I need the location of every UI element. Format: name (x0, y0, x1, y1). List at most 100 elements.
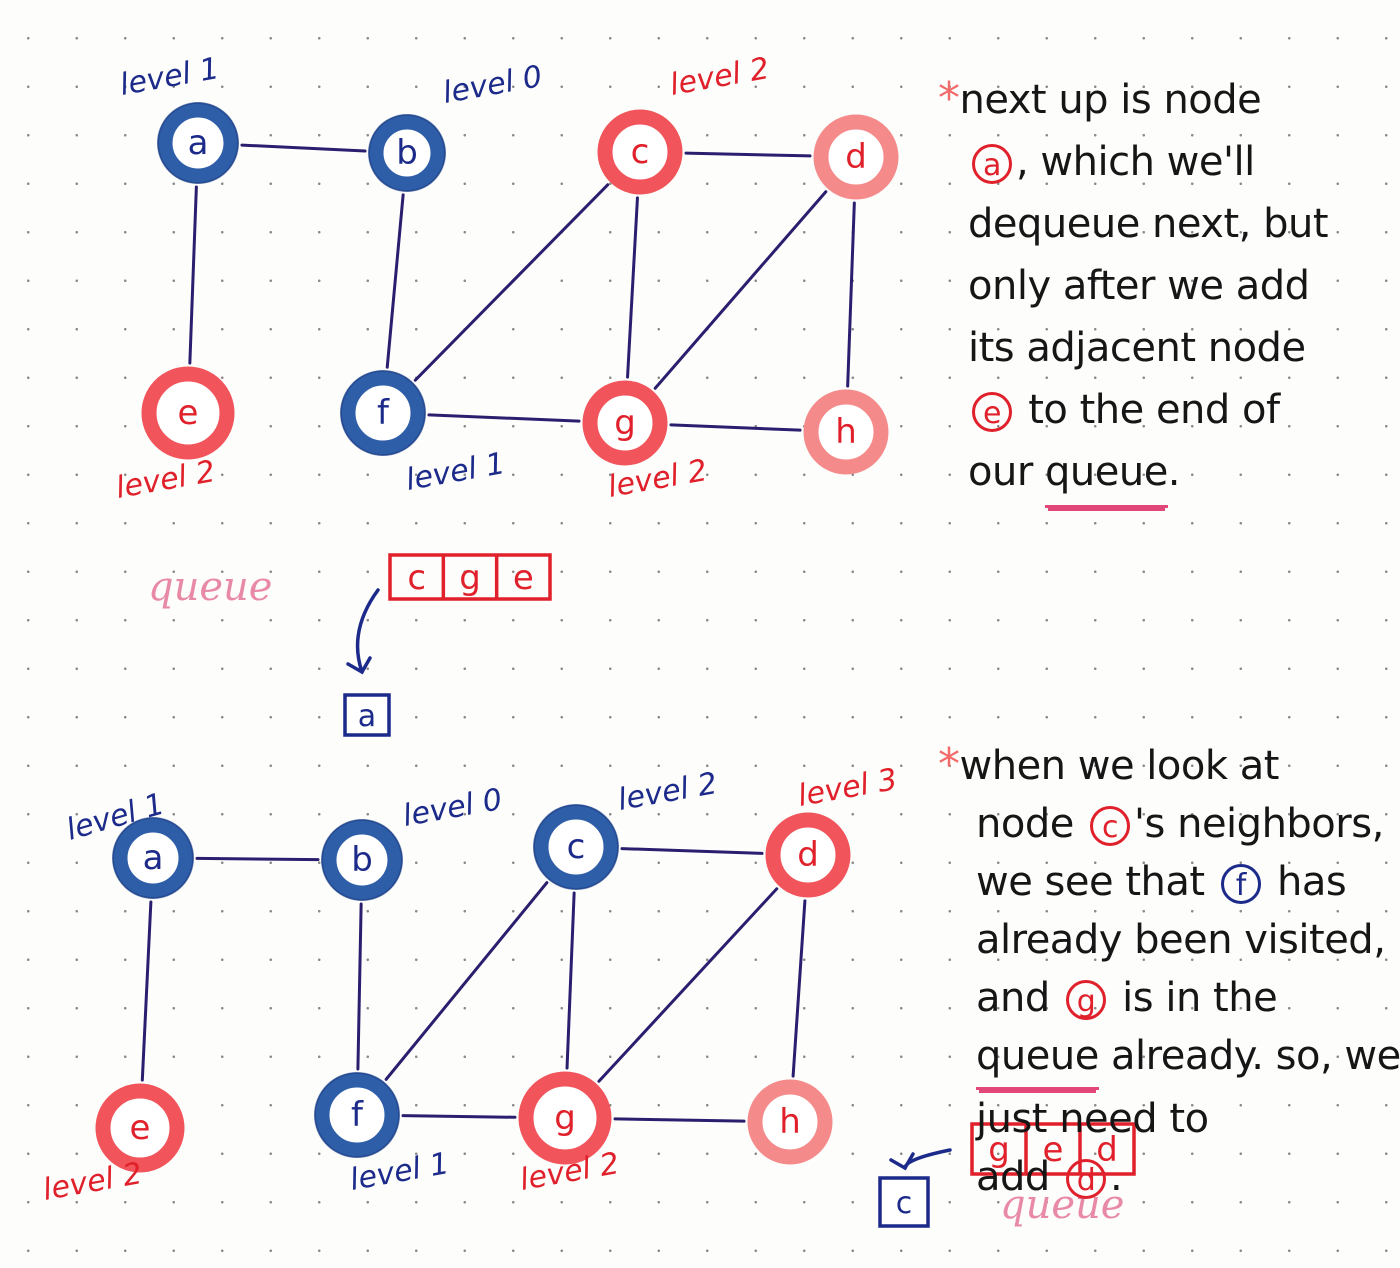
note-line: only after we add (938, 255, 1328, 317)
edge-g-h (669, 423, 802, 432)
node-label: c (631, 132, 650, 172)
edge-b-f (385, 193, 405, 369)
edge-d-g (653, 190, 828, 390)
note-text: when we look at (959, 743, 1280, 789)
note-text: dequeue next, but (968, 201, 1329, 247)
edge-c-d (684, 151, 812, 158)
note-text: already been visited, (976, 917, 1386, 963)
note-line: our queue. (938, 441, 1328, 508)
dequeued-node: a (358, 699, 376, 734)
node-c[interactable]: c (533, 804, 619, 890)
edge-a-b (240, 143, 367, 153)
circled-node-g: g (1065, 980, 1106, 1020)
node-b[interactable]: b (368, 114, 446, 192)
note-text: . (1167, 449, 1181, 495)
circled-node-a: a (972, 144, 1012, 184)
node-c[interactable]: c (597, 109, 683, 195)
edge-c-f (413, 183, 610, 382)
queue-item: c (407, 558, 426, 598)
level-label-e: level 2 (40, 1156, 145, 1208)
edge-f-g (401, 1114, 517, 1119)
note-line: its adjacent node (938, 317, 1328, 379)
node-label: f (377, 393, 390, 433)
graph-panel-step-1: a level 1 b level 0 c level 2 d e level 2 f level … (113, 51, 899, 737)
note-line: *when we look at (938, 736, 1400, 795)
note-text: we see that (976, 859, 1217, 905)
node-label: a (188, 123, 209, 163)
node-label: d (845, 137, 867, 177)
edge-c-f (384, 881, 549, 1081)
underlined-word: queue (976, 1027, 1099, 1090)
explanation-note-step-1: *next up is node a, which we'll dequeue ne… (938, 68, 1329, 508)
edge-a-e (188, 185, 198, 365)
node-e[interactable]: e (95, 1083, 185, 1173)
circled-node-f: f (1220, 864, 1261, 904)
note-text: only after we add (968, 263, 1310, 309)
level-label-f: level 1 (403, 446, 508, 498)
node-label: g (614, 403, 636, 443)
note-text: already. so, we (1098, 1033, 1400, 1079)
note-line: a, which we'll (938, 131, 1328, 193)
node-label: a (143, 838, 164, 878)
level-label-c: level 2 (615, 766, 720, 818)
edge-c-g (626, 196, 639, 379)
note-text: has (1264, 859, 1347, 905)
queue-item: e (513, 558, 534, 598)
note-text: just need to (976, 1096, 1209, 1142)
asterisk-icon: * (938, 739, 960, 790)
note-line: add d. (938, 1148, 1400, 1206)
note-line: *next up is node (938, 68, 1328, 131)
circled-node-d: d (1066, 1159, 1107, 1199)
note-text: and (976, 975, 1062, 1021)
note-line: e to the end of (938, 379, 1328, 441)
node-h[interactable]: h (803, 389, 889, 475)
node-a[interactable]: a (157, 102, 239, 184)
node-b[interactable]: b (321, 819, 403, 901)
arrow-head-icon (889, 1152, 915, 1171)
note-text: . (1110, 1154, 1123, 1200)
asterisk-icon: * (938, 73, 960, 124)
level-label-d: level 3 (795, 762, 900, 814)
edge-b-f (356, 902, 363, 1071)
explanation-note-step-2: *when we look at node c's neighbors, we se… (938, 736, 1400, 1206)
node-label: e (130, 1108, 151, 1148)
level-label-e: level 2 (113, 454, 218, 506)
underlined-word: queue (1044, 441, 1168, 508)
edge-d-h (846, 201, 856, 388)
note-line: dequeue next, but (938, 193, 1329, 255)
node-label: b (396, 133, 418, 173)
node-e[interactable]: e (141, 366, 235, 460)
queue: cge (388, 553, 552, 601)
level-label-c: level 2 (667, 51, 772, 103)
node-h[interactable]: h (747, 1079, 833, 1165)
node-label: e (178, 393, 199, 433)
note-text: next up is node (959, 77, 1262, 123)
node-d[interactable]: d (813, 114, 899, 200)
note-line: queue already. so, we (938, 1027, 1400, 1090)
note-text: its adjacent node (968, 325, 1306, 371)
note-line: just need to (938, 1090, 1400, 1148)
node-label: h (779, 1102, 801, 1142)
dequeued-node: c (896, 1186, 913, 1221)
note-text: add (976, 1154, 1063, 1200)
note-line: we see that f has (938, 853, 1400, 911)
edge-d-h (791, 899, 807, 1078)
node-label: c (567, 827, 586, 867)
node-d[interactable]: d (765, 812, 851, 898)
circled-node-e: e (972, 392, 1012, 432)
note-text: node (976, 801, 1087, 847)
note-text: our (968, 449, 1045, 495)
node-f[interactable]: f (340, 370, 426, 456)
note-text: 's neighbors, (1134, 801, 1384, 847)
queue-item: g (459, 558, 481, 598)
node-label: b (351, 840, 373, 880)
level-label-b: level 0 (400, 782, 505, 834)
note-line: node c's neighbors, (938, 795, 1400, 853)
node-g[interactable]: g (518, 1071, 612, 1165)
edge-f-g (427, 413, 581, 423)
node-f[interactable]: f (314, 1072, 400, 1158)
node-g[interactable]: g (582, 380, 668, 466)
circled-node-c: c (1090, 806, 1131, 846)
level-label-b: level 0 (440, 59, 545, 111)
note-text: , which we'll (1016, 139, 1255, 185)
